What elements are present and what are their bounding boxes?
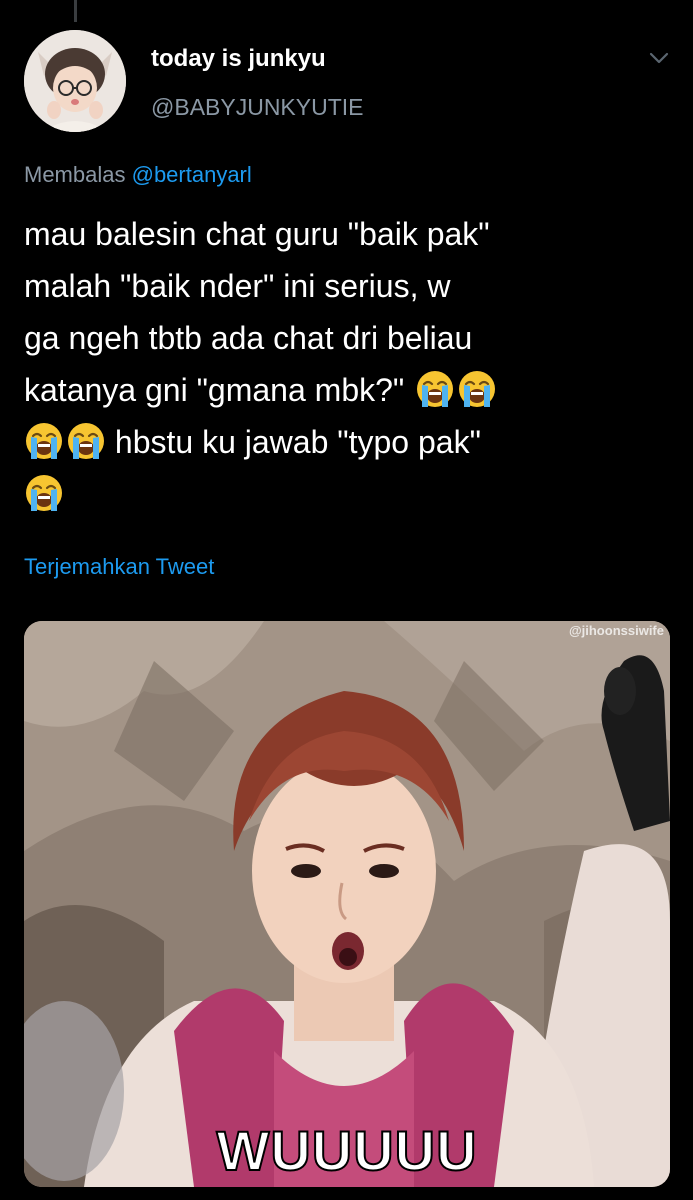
tweet-line: malah "baik nder" ini serius, w [24, 260, 664, 312]
tweet-line-text: mau balesin chat guru "baik pak" [24, 216, 490, 252]
tweet-line: katanya gni "gmana mbk?" [24, 364, 664, 416]
author-handle[interactable]: @BABYJUNKYUTIE [151, 92, 364, 122]
tweet-line: ga ngeh tbtb ada chat dri beliau [24, 312, 664, 364]
tweet-line-text: katanya gni "gmana mbk?" [24, 372, 414, 408]
avatar[interactable] [24, 30, 126, 132]
tweet-line-text: hbstu ku jawab "typo pak" [106, 424, 481, 460]
loudly-crying-face-icon [415, 369, 455, 409]
thread-connector-line [74, 0, 77, 22]
loudly-crying-face-icon [24, 421, 64, 461]
tweet-line-text: malah "baik nder" ini serius, w [24, 268, 451, 304]
loudly-crying-face-icon [24, 473, 64, 513]
media-caption: WUUUUU [215, 1119, 478, 1182]
reply-context: Membalas @bertanyarl [24, 160, 252, 190]
loudly-crying-face-icon [457, 369, 497, 409]
tweet-media-image[interactable]: @jihoonssiwife WUUUUU [24, 621, 670, 1187]
tweet-text: mau balesin chat guru "baik pak" malah "… [24, 208, 664, 520]
loudly-crying-face-icon [66, 421, 106, 461]
tweet-line: hbstu ku jawab "typo pak" [24, 416, 664, 468]
media-watermark: @jihoonssiwife [568, 623, 664, 638]
reply-prefix: Membalas [24, 162, 126, 187]
tweet-line [24, 468, 664, 520]
reply-mention-link[interactable]: @bertanyarl [132, 162, 252, 187]
chevron-down-icon[interactable] [648, 50, 670, 66]
meme-photo [24, 621, 670, 1187]
author-display-name[interactable]: today is junkyu [151, 44, 326, 74]
tweet-line: mau balesin chat guru "baik pak" [24, 208, 664, 260]
tweet-line-text: ga ngeh tbtb ada chat dri beliau [24, 320, 473, 356]
translate-tweet-link[interactable]: Terjemahkan Tweet [24, 552, 214, 582]
